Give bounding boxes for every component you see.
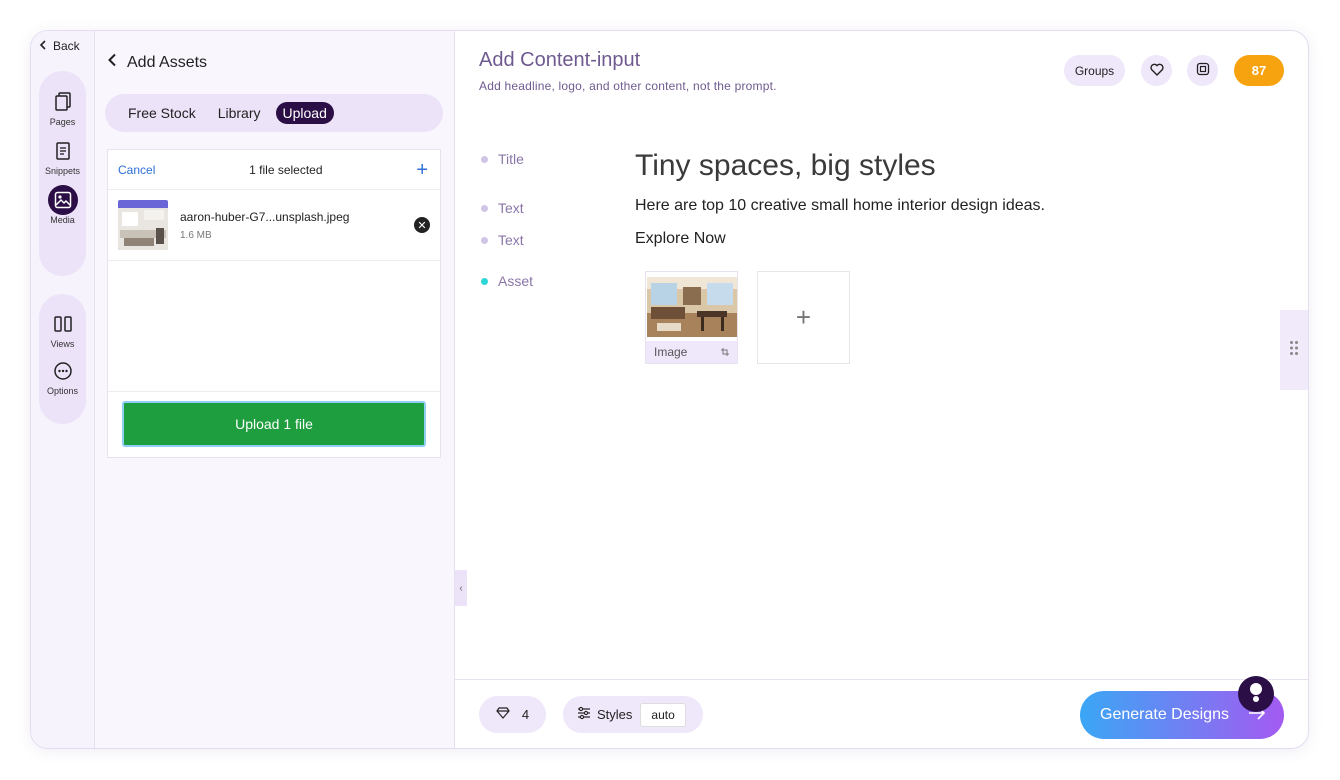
status-dot — [481, 155, 488, 163]
field-label-text: Text — [498, 232, 524, 248]
grip-icon — [1289, 340, 1299, 361]
generate-label: Generate Designs — [1100, 706, 1229, 723]
content-editor: Add Content-input Add headline, logo, an… — [455, 31, 1308, 748]
options-icon — [48, 356, 78, 386]
upload-footer: Upload 1 file — [108, 391, 440, 457]
collapse-panel-button[interactable]: ‹ — [455, 570, 467, 606]
tab-free-stock[interactable]: Free Stock — [121, 102, 203, 124]
rail-label-views: Views — [50, 339, 75, 349]
shortcuts-button[interactable] — [1187, 55, 1218, 86]
upload-button[interactable]: Upload 1 file — [122, 401, 426, 447]
groups-button[interactable]: Groups — [1064, 55, 1125, 86]
rail-item-views[interactable]: Views — [39, 309, 86, 349]
diamond-icon — [496, 707, 510, 722]
asset-thumbnail — [647, 277, 737, 337]
rail-label-options: Options — [46, 386, 79, 396]
text-input-1[interactable]: Here are top 10 creative small home inte… — [635, 197, 1045, 215]
add-file-icon[interactable]: + — [416, 160, 428, 180]
rail-group-settings: Views Options — [39, 294, 86, 424]
rail-group-content: Pages Snippets Media — [39, 71, 86, 276]
views-icon — [48, 309, 78, 339]
upload-dialog: Cancel 1 file selected + aaron-huber-G7.… — [107, 149, 441, 458]
back-label: Back — [53, 39, 80, 53]
assistant-avatar[interactable] — [1238, 676, 1274, 712]
rail-item-pages[interactable]: Pages — [39, 87, 86, 127]
styles-selector[interactable]: Styles auto — [563, 696, 703, 733]
add-asset-button[interactable]: + — [757, 271, 850, 364]
back-button[interactable]: Back — [39, 39, 80, 53]
page-subtitle: Add headline, logo, and other content, n… — [479, 79, 777, 93]
headline-input[interactable]: Tiny spaces, big styles — [635, 149, 936, 183]
rail-label-snippets: Snippets — [44, 166, 81, 176]
rail-item-snippets[interactable]: Snippets — [39, 136, 86, 176]
status-dot — [481, 204, 488, 212]
favorites-button[interactable] — [1141, 55, 1172, 86]
asset-card-footer: Image — [646, 341, 737, 363]
styles-value[interactable]: auto — [640, 702, 686, 727]
status-dot — [481, 236, 488, 244]
gems-count: 4 — [521, 707, 530, 722]
assets-panel: Add Assets Free Stock Library Upload Can… — [95, 31, 455, 748]
snippets-icon — [48, 136, 78, 166]
pages-icon — [48, 87, 78, 117]
page-title: Add Content-input — [479, 49, 641, 71]
chevron-left-icon: ‹ — [459, 582, 463, 594]
rail-label-media: Media — [50, 215, 75, 225]
field-label-title: Title — [481, 151, 524, 167]
remove-file-icon[interactable]: ✕ — [414, 217, 430, 233]
assets-panel-header[interactable]: Add Assets — [107, 53, 207, 72]
file-size: 1.6 MB — [180, 229, 212, 241]
assistant-icon — [1247, 681, 1265, 708]
file-thumbnail — [118, 200, 168, 250]
field-label-text: Title — [498, 151, 524, 167]
sliders-icon — [577, 706, 591, 723]
asset-card-label: Image — [654, 345, 688, 359]
app-window: Back Pages Snippets Media Views Options … — [30, 30, 1309, 749]
bottom-bar: 4 Styles auto Generate Designs — [455, 679, 1308, 748]
assets-panel-title: Add Assets — [127, 53, 208, 71]
rail-item-options[interactable]: Options — [39, 356, 86, 396]
field-label-text-2: Text — [481, 232, 524, 248]
chevron-left-icon — [39, 39, 47, 53]
heart-icon — [1149, 63, 1164, 79]
upload-toolbar: Cancel 1 file selected + — [108, 150, 440, 190]
asset-source-tabs: Free Stock Library Upload — [105, 94, 443, 132]
text-input-2[interactable]: Explore Now — [635, 230, 726, 248]
field-label-asset: Asset — [481, 273, 533, 289]
tab-upload[interactable]: Upload — [275, 102, 334, 124]
field-label-text-1: Text — [481, 200, 524, 216]
status-dot — [481, 277, 488, 285]
chevron-left-icon — [107, 53, 117, 72]
list-item: aaron-huber-G7...unsplash.jpeg 1.6 MB ✕ — [108, 190, 440, 261]
command-icon — [1196, 62, 1210, 79]
tab-library[interactable]: Library — [211, 102, 268, 124]
styles-label: Styles — [597, 707, 633, 722]
gems-button[interactable]: 4 — [479, 696, 546, 733]
drag-handle[interactable] — [1280, 310, 1308, 390]
rail-label-pages: Pages — [49, 117, 76, 127]
left-rail: Back Pages Snippets Media Views Options — [31, 31, 95, 748]
selection-status: 1 file selected — [249, 162, 323, 177]
media-icon — [47, 185, 78, 215]
asset-image-card[interactable]: Image — [645, 271, 738, 364]
credits-badge[interactable]: 87 — [1234, 55, 1284, 86]
file-name: aaron-huber-G7...unsplash.jpeg — [180, 209, 350, 224]
field-label-text: Text — [498, 200, 524, 216]
field-label-text: Asset — [498, 273, 534, 289]
crop-icon[interactable] — [721, 345, 729, 359]
plus-icon: + — [795, 302, 812, 332]
rail-item-media[interactable]: Media — [39, 185, 86, 225]
cancel-button[interactable]: Cancel — [118, 163, 155, 177]
